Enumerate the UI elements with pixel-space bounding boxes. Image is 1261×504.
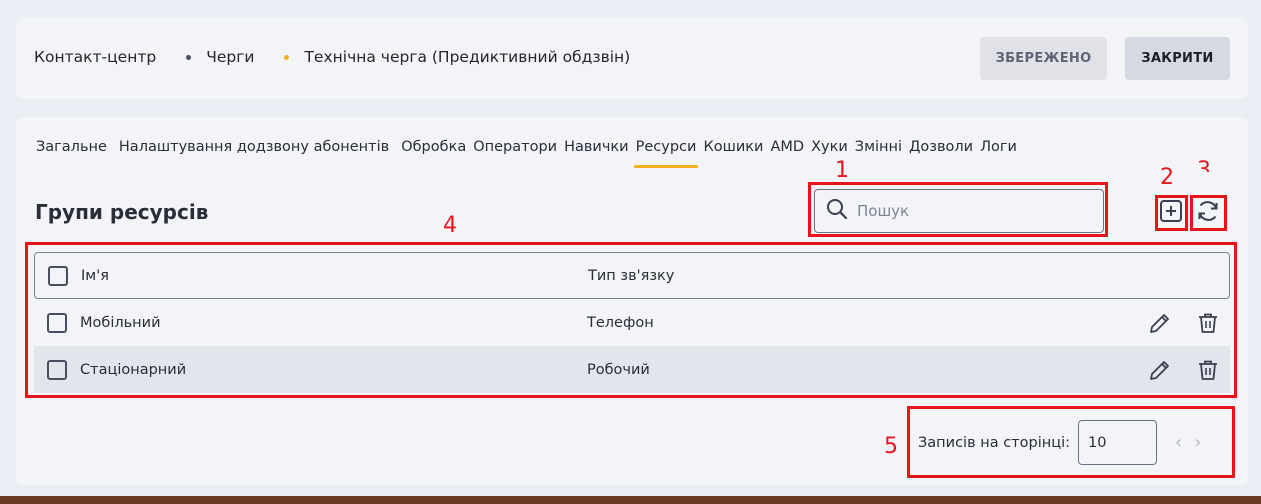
tab-baskets[interactable]: Кошики <box>703 139 763 168</box>
annotation-number-3: 3 <box>1197 158 1211 172</box>
tab-resources[interactable]: Ресурси <box>633 139 699 168</box>
annotation-box-pager <box>907 406 1235 478</box>
header-bar: Контакт-центр Черги Технічна черга (Пред… <box>16 18 1248 99</box>
tab-amd[interactable]: AMD <box>770 139 804 168</box>
annotation-number-2: 2 <box>1160 165 1174 190</box>
breadcrumb: Контакт-центр Черги Технічна черга (Пред… <box>34 48 630 66</box>
tab-logs[interactable]: Логи <box>980 139 1017 168</box>
annotation-box-refresh <box>1190 195 1227 231</box>
annotation-box-add <box>1155 195 1188 231</box>
page-title: Групи ресурсів <box>35 200 209 224</box>
close-button[interactable]: ЗАКРИТИ <box>1125 37 1230 80</box>
tab-operators[interactable]: Оператори <box>473 139 557 168</box>
tab-dial-settings[interactable]: Налаштування додзвону абонентів <box>119 139 389 168</box>
tab-general[interactable]: Загальне <box>36 139 107 168</box>
annotation-number-4: 4 <box>443 213 457 238</box>
annotation-box-table <box>25 242 1237 398</box>
tab-processing[interactable]: Обробка <box>401 139 466 168</box>
annotation-box-search <box>808 182 1108 237</box>
breadcrumb-item-contact-center[interactable]: Контакт-центр <box>34 48 156 66</box>
tab-bar: Загальне Налаштування додзвону абонентів… <box>36 139 1024 168</box>
breadcrumb-separator-dot-active <box>284 54 290 60</box>
tab-permissions[interactable]: Дозволи <box>909 139 973 168</box>
breadcrumb-item-queues[interactable]: Черги <box>206 48 254 66</box>
annotation-number-1: 1 <box>835 158 849 183</box>
background-strip <box>0 496 1261 504</box>
annotation-number-5: 5 <box>884 434 898 459</box>
breadcrumb-item-current: Технічна черга (Предиктивний обдзвін) <box>304 48 631 66</box>
saved-button[interactable]: ЗБЕРЕЖЕНО <box>980 37 1107 80</box>
breadcrumb-separator-dot <box>186 54 192 60</box>
tab-skills[interactable]: Навички <box>564 139 629 168</box>
tab-variables[interactable]: Змінні <box>855 139 902 168</box>
